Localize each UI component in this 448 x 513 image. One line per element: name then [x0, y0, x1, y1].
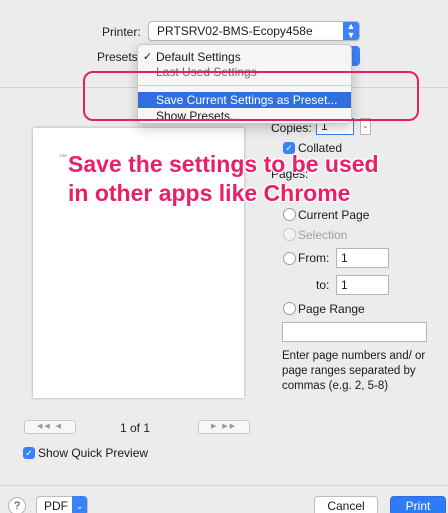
presets-label: Presets: [97, 50, 138, 64]
page-range-hint: Enter page numbers and/ or page ranges s…: [282, 350, 426, 392]
page-range-radio[interactable]: [283, 302, 296, 315]
to-field[interactable]: 1: [336, 275, 389, 295]
pdf-label: PDF: [44, 499, 68, 513]
page-indicator: 1 of 1: [120, 421, 151, 435]
menu-item-default-settings[interactable]: Default Settings: [138, 49, 351, 65]
printer-label: Printer:: [102, 25, 141, 39]
annotation-line-1: Save the settings to be used: [68, 151, 379, 177]
help-button[interactable]: ?: [8, 497, 26, 513]
nav-forward-buttons[interactable]: ▶ ▶▶: [198, 420, 250, 434]
selection-label: Selection: [298, 228, 348, 242]
selection-radio[interactable]: [283, 228, 296, 241]
annotation-highlight-box: [83, 71, 419, 121]
from-radio[interactable]: [283, 252, 296, 265]
cancel-button[interactable]: Cancel: [314, 496, 378, 513]
annotation-text: Save the settings to be used in other ap…: [68, 150, 428, 208]
bottom-divider: [0, 485, 448, 486]
pdf-menu-button[interactable]: PDF ⌄: [36, 496, 88, 513]
to-label: to:: [316, 278, 330, 292]
chevron-updown-icon: ▲ ▼: [343, 22, 359, 40]
show-quick-preview-label: Show Quick Preview: [38, 446, 149, 460]
current-page-label: Current Page: [298, 208, 370, 222]
page-range-field[interactable]: [282, 322, 427, 342]
annotation-line-2: in other apps like Chrome: [68, 180, 351, 206]
from-field[interactable]: 1: [336, 248, 389, 268]
from-label: From:: [298, 251, 330, 265]
printer-popup[interactable]: PRTSRV02-BMS-Ecopy458e ▲ ▼: [148, 21, 360, 41]
show-quick-preview-checkbox[interactable]: ✓: [23, 447, 35, 459]
current-page-radio[interactable]: [283, 208, 296, 221]
print-button[interactable]: Print: [390, 496, 446, 513]
printer-value: PRTSRV02-BMS-Ecopy458e: [157, 24, 313, 38]
preview-tiny-text: THE: [59, 153, 67, 158]
chevron-down-icon: ⌄: [72, 496, 87, 513]
page-range-label: Page Range: [298, 302, 365, 316]
nav-back-buttons[interactable]: ◀◀ ◀: [24, 420, 76, 434]
